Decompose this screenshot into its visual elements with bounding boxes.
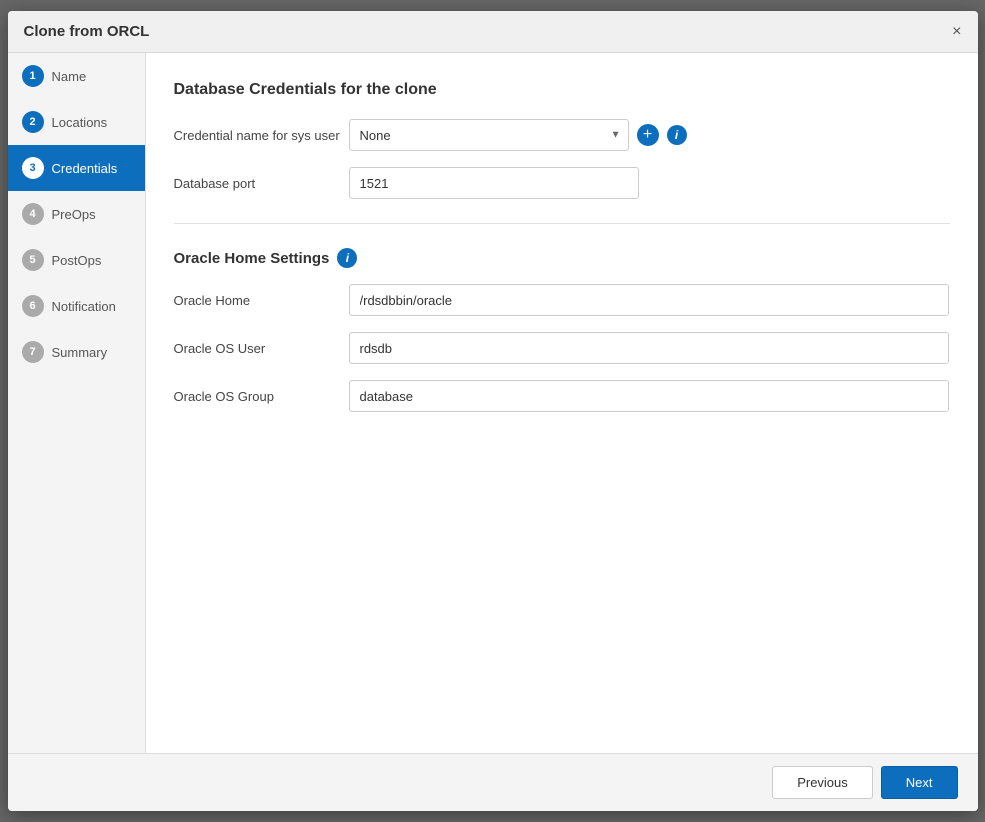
oracle-info-icon: i [346,251,349,265]
sidebar-item-notification[interactable]: 6 Notification [8,283,145,329]
oracle-group-input[interactable] [349,380,949,412]
oracle-section-title-text: Oracle Home Settings [174,250,330,267]
oracle-home-input[interactable] [349,284,949,316]
modal-footer: Previous Next [8,753,978,811]
step-label-summary: Summary [52,345,108,360]
port-group: Database port [174,167,950,199]
modal-body: 1 Name 2 Locations 3 Credentials 4 PreOps 5 PostO… [8,53,978,753]
modal-title: Clone from ORCL [24,23,150,40]
credential-info-button[interactable]: i [667,125,687,145]
credential-select-wrapper: None ▼ [349,119,629,151]
step-label-notification: Notification [52,299,116,314]
add-credential-button[interactable]: + [637,124,659,146]
sidebar-item-postops[interactable]: 5 PostOps [8,237,145,283]
step-label-name: Name [52,69,87,84]
oracle-info-button[interactable]: i [337,248,357,268]
oracle-user-group: Oracle OS User [174,332,950,364]
step-label-preops: PreOps [52,207,96,222]
sidebar-item-locations[interactable]: 2 Locations [8,99,145,145]
clone-modal: Clone from ORCL × 1 Name 2 Locations 3 Creden… [8,11,978,811]
next-button[interactable]: Next [881,766,958,799]
sidebar-item-summary[interactable]: 7 Summary [8,329,145,375]
step-num-name: 1 [22,65,44,87]
oracle-user-label: Oracle OS User [174,341,349,356]
step-num-preops: 4 [22,203,44,225]
sidebar-item-credentials[interactable]: 3 Credentials [8,145,145,191]
sidebar: 1 Name 2 Locations 3 Credentials 4 PreOps 5 PostO… [8,53,146,753]
oracle-user-input[interactable] [349,332,949,364]
step-num-credentials: 3 [22,157,44,179]
oracle-section-title: Oracle Home Settings i [174,248,950,268]
oracle-home-group: Oracle Home [174,284,950,316]
oracle-home-label: Oracle Home [174,293,349,308]
sidebar-item-preops[interactable]: 4 PreOps [8,191,145,237]
content-area: Database Credentials for the clone Crede… [146,53,978,753]
oracle-group-group: Oracle OS Group [174,380,950,412]
step-label-postops: PostOps [52,253,102,268]
modal-header: Clone from ORCL × [8,11,978,53]
credential-group: Credential name for sys user None ▼ + i [174,119,950,151]
step-label-locations: Locations [52,115,108,130]
port-label: Database port [174,176,349,191]
sidebar-item-name[interactable]: 1 Name [8,53,145,99]
step-label-credentials: Credentials [52,161,118,176]
step-num-postops: 5 [22,249,44,271]
close-button[interactable]: × [952,24,961,40]
step-num-notification: 6 [22,295,44,317]
section-divider [174,223,950,224]
credential-label: Credential name for sys user [174,128,349,143]
step-num-summary: 7 [22,341,44,363]
add-icon: + [643,126,652,144]
oracle-group-label: Oracle OS Group [174,389,349,404]
previous-button[interactable]: Previous [772,766,873,799]
step-num-locations: 2 [22,111,44,133]
credential-select[interactable]: None [349,119,629,151]
port-input[interactable] [349,167,639,199]
db-section-title: Database Credentials for the clone [174,81,950,99]
info-icon: i [675,128,678,142]
